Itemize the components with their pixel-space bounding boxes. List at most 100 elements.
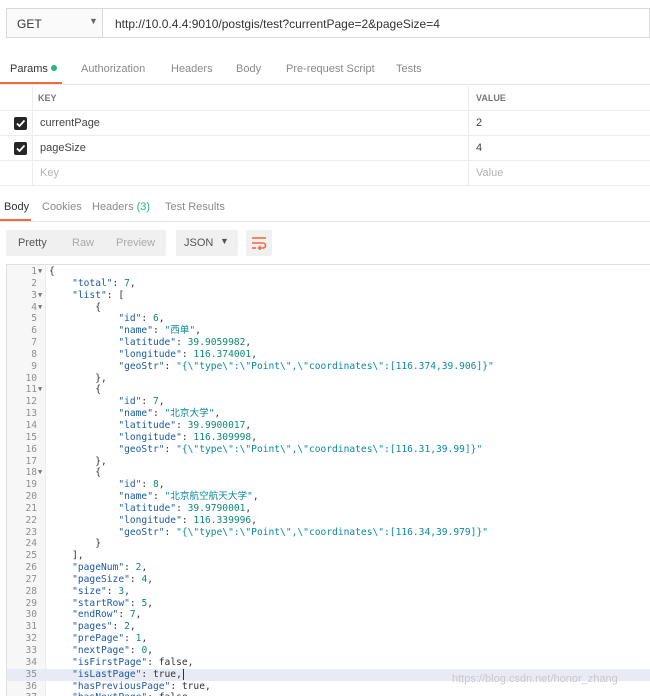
code-line: 15 "longitude": 116.309998, [7, 432, 650, 444]
line-number: 32 [25, 633, 37, 645]
code-line: 7 "latitude": 39.9059982, [7, 337, 650, 349]
code-text: "geoStr": "{\"type\":\"Point\",\"coordin… [118, 443, 483, 455]
chevron-down-icon: ▼ [220, 236, 229, 246]
code-text: "latitude": 39.9059982, [118, 337, 252, 349]
response-toolbar: Pretty Raw Preview JSON ▼ [0, 230, 650, 260]
code-text: "isFirstPage": false, [72, 656, 194, 668]
code-text: "isLastPage": true, [72, 668, 184, 680]
headers-count: (3) [136, 201, 151, 213]
line-number: 22 [25, 514, 37, 526]
code-line: 30 "endRow": 7, [7, 609, 650, 621]
new-key-input[interactable]: Key [40, 167, 59, 179]
watermark: https://blog.csdn.net/honor_zhang [452, 673, 618, 685]
code-text: "geoStr": "{\"type\":\"Point\",\"coordin… [118, 360, 494, 372]
method-select[interactable]: GET ▼ [6, 8, 102, 38]
line-number: 3 [31, 289, 37, 301]
line-number: 36 [25, 680, 37, 692]
checkbox-checked[interactable] [14, 117, 27, 130]
tab-headers[interactable]: Headers [171, 63, 213, 75]
preview-button[interactable]: Preview [116, 237, 155, 249]
param-key-input[interactable]: currentPage [40, 117, 100, 129]
fold-arrow-icon[interactable]: ▼ [38, 266, 42, 278]
fold-arrow-icon[interactable]: ▼ [38, 302, 42, 314]
line-number: 2 [31, 277, 37, 289]
code-line: 25 ], [7, 550, 650, 562]
param-value-input[interactable]: 2 [476, 117, 482, 129]
param-row: currentPage 2 [0, 111, 650, 136]
param-value-input[interactable]: 4 [476, 142, 482, 154]
wrap-icon [252, 237, 267, 250]
pretty-button[interactable]: Pretty [18, 237, 47, 249]
view-mode-group: Pretty Raw Preview [6, 230, 166, 256]
code-text: "geoStr": "{\"type\":\"Point\",\"coordin… [118, 526, 488, 538]
fold-arrow-icon[interactable]: ▼ [38, 384, 42, 396]
code-line: 6 "name": "西单", [7, 325, 650, 337]
code-text: "id": 8, [118, 479, 165, 491]
tab-response-body[interactable]: Body [4, 201, 29, 213]
code-text: "latitude": 39.9790001, [118, 502, 252, 514]
tab-body[interactable]: Body [236, 63, 261, 75]
code-line: 1 ▼ { [7, 266, 650, 278]
code-line: 8 "longitude": 116.374001, [7, 349, 650, 361]
new-value-input[interactable]: Value [476, 167, 503, 179]
line-number: 33 [25, 645, 37, 656]
code-line: 37 "hasNextPage": false, [7, 692, 650, 696]
code-text: "hasPreviousPage": true, [72, 680, 211, 692]
format-select[interactable]: JSON ▼ [176, 230, 238, 256]
wrap-lines-button[interactable] [246, 230, 272, 256]
tab-cookies[interactable]: Cookies [42, 201, 82, 213]
line-number: 27 [25, 573, 37, 585]
url-input[interactable]: http://10.0.4.4:9010/postgis/test?curren… [102, 8, 650, 38]
tab-response-headers[interactable]: Headers (3) [92, 201, 150, 213]
code-line: 27 "pageSize": 4, [7, 574, 650, 586]
line-number: 20 [25, 491, 37, 503]
code-text: "longitude": 116.339996, [118, 514, 257, 526]
line-number: 37 [7, 692, 37, 696]
fold-arrow-icon[interactable]: ▼ [38, 290, 42, 302]
tab-tests[interactable]: Tests [396, 63, 422, 75]
code-line: 13 "name": "北京大学", [7, 408, 650, 420]
code-line: 3 ▼ "list": [ [7, 290, 650, 302]
code-line: 14 "latitude": 39.9900017, [7, 420, 650, 432]
fold-arrow-icon[interactable]: ▼ [38, 467, 42, 479]
raw-button[interactable]: Raw [72, 237, 94, 249]
line-number: 17 [25, 455, 37, 467]
code-text: "pages": 2, [72, 621, 136, 633]
code-line: 18 ▼ { [7, 467, 650, 479]
request-tabs: Params Authorization Headers Body Pre-re… [0, 56, 650, 84]
param-key-input[interactable]: pageSize [40, 142, 86, 154]
line-number: 23 [25, 526, 37, 538]
checkbox-checked[interactable] [14, 142, 27, 155]
text-cursor [182, 668, 184, 680]
line-number: 12 [25, 396, 37, 408]
code-line: 24 } [7, 538, 650, 550]
line-number: 24 [25, 538, 37, 550]
method-label: GET [17, 17, 42, 31]
code-line: 31 "pages": 2, [7, 621, 650, 633]
code-line: 28 "size": 3, [7, 586, 650, 598]
param-row: pageSize 4 [0, 136, 650, 161]
code-line: 21 "latitude": 39.9790001, [7, 503, 650, 515]
line-number: 18 [25, 467, 37, 479]
code-text: "endRow": 7, [72, 609, 142, 621]
tab-pre-request-script[interactable]: Pre-request Script [286, 63, 375, 75]
code-text: "total": 7, [72, 277, 136, 289]
line-number: 8 [31, 348, 37, 360]
code-text: "nextPage": 0, [72, 645, 153, 656]
code-text: "startRow": 5, [72, 597, 153, 609]
code-text: }, [49, 455, 107, 467]
code-line: 16 "geoStr": "{\"type\":\"Point\",\"coor… [7, 444, 650, 456]
line-number: 14 [25, 419, 37, 431]
url-bar: GET ▼ http://10.0.4.4:9010/postgis/test?… [0, 0, 650, 44]
code-text: "name": "西单", [118, 325, 202, 337]
line-number: 10 [25, 372, 37, 384]
code-text: "name": "北京航空航天大学", [118, 491, 259, 503]
code-text: { [49, 266, 55, 277]
tab-authorization[interactable]: Authorization [81, 63, 145, 75]
code-line: 9 "geoStr": "{\"type\":\"Point\",\"coord… [7, 361, 650, 373]
response-tabs: Body Cookies Headers (3) Test Results [0, 198, 650, 220]
tab-params[interactable]: Params [10, 63, 57, 75]
code-line: 26 "pageNum": 2, [7, 562, 650, 574]
response-body-editor[interactable]: 1 ▼{2 "total": 7, 3 ▼ "list": [4 ▼ {5 "id": … [6, 264, 650, 696]
tab-test-results[interactable]: Test Results [165, 201, 225, 213]
